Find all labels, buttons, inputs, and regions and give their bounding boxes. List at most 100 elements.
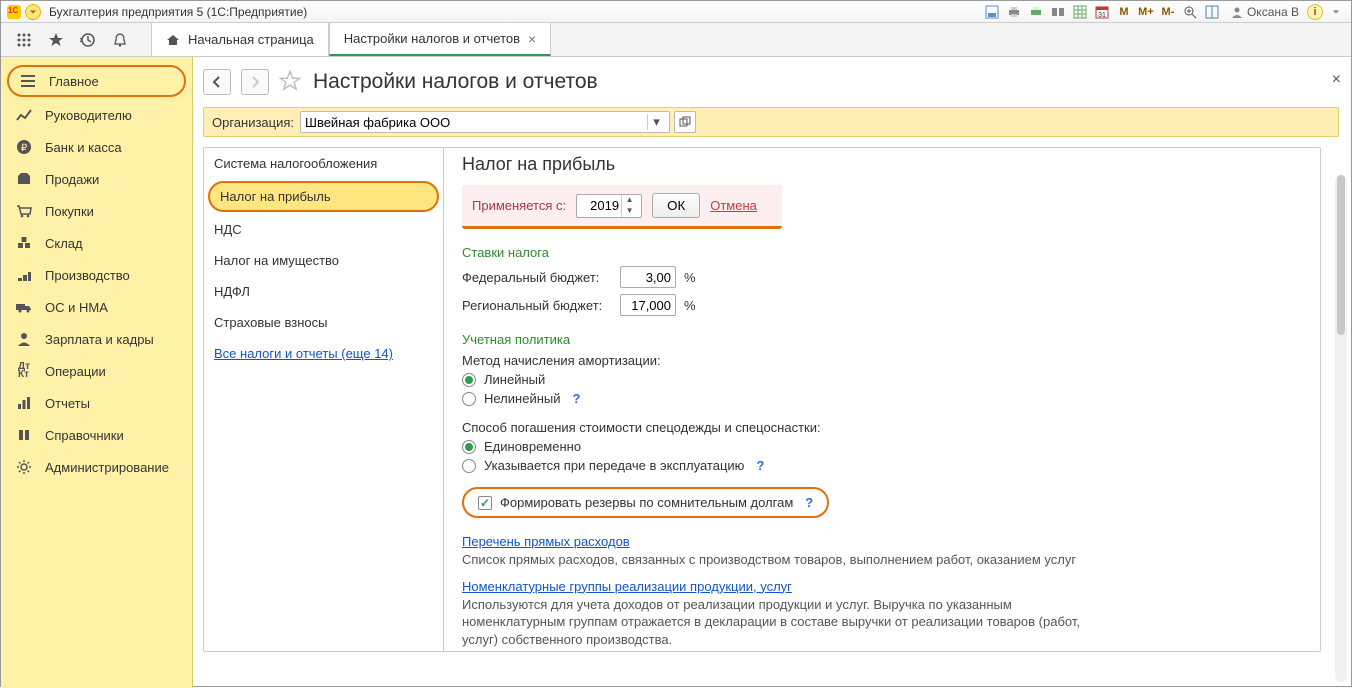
history-icon[interactable] <box>79 31 97 49</box>
trend-icon <box>15 107 33 123</box>
year-field[interactable]: ▲▼ <box>576 194 642 218</box>
sidebar-item-admin[interactable]: Администрирование <box>1 451 192 483</box>
nomenclature-link[interactable]: Номенклатурные группы реализации продукц… <box>462 579 792 594</box>
sidebar-item-hr[interactable]: Зарплата и кадры <box>1 323 192 355</box>
page-title: Настройки налогов и отчетов <box>313 70 598 94</box>
radio-icon[interactable] <box>462 459 476 473</box>
nav-back-button[interactable] <box>203 69 231 95</box>
scrollbar[interactable] <box>1335 175 1347 682</box>
direct-costs-desc: Список прямых расходов, связанных с прои… <box>462 551 1102 569</box>
taxnav-profit[interactable]: Налог на прибыль <box>208 181 439 212</box>
sidebar-item-manager[interactable]: Руководителю <box>1 99 192 131</box>
sidebar-label: Администрирование <box>45 460 169 475</box>
taxnav-all-link[interactable]: Все налоги и отчеты (еще 14) <box>204 338 443 369</box>
memory-m-icon[interactable]: M <box>1115 4 1133 20</box>
form-heading: Налог на прибыль <box>462 154 1300 175</box>
save-icon[interactable] <box>983 4 1001 20</box>
chart-icon <box>15 395 33 411</box>
sidebar-label: Главное <box>49 74 99 89</box>
sidebar-item-production[interactable]: Производство <box>1 259 192 291</box>
wear-label: Способ погашения стоимости спецодежды и … <box>462 420 1300 435</box>
wear-onissue-option[interactable]: Указывается при передаче в эксплуатацию … <box>462 458 1300 473</box>
info-dropdown-icon[interactable] <box>1327 4 1345 20</box>
grid-icon[interactable] <box>1071 4 1089 20</box>
wear-once-option[interactable]: Единовременно <box>462 439 1300 454</box>
organization-field[interactable]: ▾ <box>300 111 670 133</box>
help-icon[interactable]: ? <box>756 458 764 473</box>
sidebar-item-warehouse[interactable]: Склад <box>1 227 192 259</box>
boxes-icon <box>15 235 33 251</box>
memory-mminus-icon[interactable]: M- <box>1159 4 1177 20</box>
gear-icon <box>15 459 33 475</box>
sidebar-label: Покупки <box>45 204 94 219</box>
taxnav-property[interactable]: Налог на имущество <box>204 245 443 276</box>
reserve-label: Формировать резервы по сомнительным долг… <box>500 495 793 510</box>
sidebar-item-assets[interactable]: ОС и НМА <box>1 291 192 323</box>
sidebar-label: Производство <box>45 268 130 283</box>
print2-icon[interactable] <box>1027 4 1045 20</box>
compare-icon[interactable] <box>1049 4 1067 20</box>
year-input[interactable] <box>577 198 621 213</box>
year-down-icon[interactable]: ▼ <box>622 206 637 217</box>
tab-close-icon[interactable]: × <box>528 31 536 47</box>
window-titlebar: Бухгалтерия предприятия 5 (1С:Предприяти… <box>1 1 1351 23</box>
organization-input[interactable] <box>305 115 647 130</box>
sidebar-item-operations[interactable]: ДтКт Операции <box>1 355 192 387</box>
org-open-button[interactable] <box>674 111 696 133</box>
panels-icon[interactable] <box>1203 4 1221 20</box>
radio-icon[interactable] <box>462 440 476 454</box>
sidebar-item-main[interactable]: Главное <box>7 65 186 97</box>
taxnav-ndfl[interactable]: НДФЛ <box>204 276 443 307</box>
scrollbar-thumb[interactable] <box>1337 175 1345 335</box>
dep-nonlinear-option[interactable]: Нелинейный ? <box>462 391 1300 406</box>
org-dropdown-icon[interactable]: ▾ <box>647 114 665 130</box>
taxnav-system[interactable]: Система налогообложения <box>204 148 443 179</box>
help-icon[interactable]: ? <box>805 495 813 510</box>
print-icon[interactable] <box>1005 4 1023 20</box>
nav-forward-button[interactable] <box>241 69 269 95</box>
star-icon[interactable] <box>47 31 65 49</box>
reserve-checkbox-row[interactable]: Формировать резервы по сомнительным долг… <box>462 487 829 518</box>
taxnav-insurance[interactable]: Страховые взносы <box>204 307 443 338</box>
dep-method-label: Метод начисления амортизации: <box>462 353 1300 368</box>
sidebar-label: Руководителю <box>45 108 132 123</box>
direct-costs-link[interactable]: Перечень прямых расходов <box>462 534 630 549</box>
page-close-button[interactable]: × <box>1332 71 1341 89</box>
bell-icon[interactable] <box>111 31 129 49</box>
radio-icon[interactable] <box>462 373 476 387</box>
tab-settings[interactable]: Настройки налогов и отчетов × <box>329 23 551 56</box>
favorite-star-icon[interactable] <box>279 70 303 94</box>
year-up-icon[interactable]: ▲ <box>622 195 637 206</box>
reg-input[interactable] <box>620 294 676 316</box>
memory-mplus-icon[interactable]: M+ <box>1137 4 1155 20</box>
applies-label: Применяется с: <box>472 198 566 213</box>
apps-grid-icon[interactable] <box>15 31 33 49</box>
sidebar-item-purchases[interactable]: Покупки <box>1 195 192 227</box>
sidebar-item-bank[interactable]: ₽ Банк и касса <box>1 131 192 163</box>
help-icon[interactable]: ? <box>573 391 581 406</box>
tab-home[interactable]: Начальная страница <box>151 23 329 56</box>
zoom-icon[interactable] <box>1181 4 1199 20</box>
svg-text:31: 31 <box>1098 12 1106 19</box>
sidebar-item-refs[interactable]: Справочники <box>1 419 192 451</box>
sidebar-item-sales[interactable]: Продажи <box>1 163 192 195</box>
checkbox-icon[interactable] <box>478 496 492 510</box>
radio-icon[interactable] <box>462 392 476 406</box>
content-area: Настройки налогов и отчетов × Организаци… <box>193 57 1351 688</box>
fed-input[interactable] <box>620 266 676 288</box>
calendar-icon[interactable]: 31 <box>1093 4 1111 20</box>
user-indicator[interactable]: Оксана В <box>1231 5 1299 19</box>
ok-button[interactable]: ОК <box>652 193 700 218</box>
cancel-link[interactable]: Отмена <box>710 198 757 213</box>
sidebar-item-reports[interactable]: Отчеты <box>1 387 192 419</box>
cart-icon <box>15 203 33 219</box>
organization-bar: Организация: ▾ <box>203 107 1339 137</box>
titlebar-toolbar: 31 M M+ M- Оксана В i <box>983 4 1345 20</box>
dep-linear-option[interactable]: Линейный <box>462 372 1300 387</box>
sidebar-label: ОС и НМА <box>45 300 108 315</box>
app-menu-dropdown[interactable] <box>25 4 41 20</box>
sidebar-label: Справочники <box>45 428 124 443</box>
sidebar-label: Склад <box>45 236 83 251</box>
taxnav-vat[interactable]: НДС <box>204 214 443 245</box>
info-icon[interactable]: i <box>1307 4 1323 20</box>
